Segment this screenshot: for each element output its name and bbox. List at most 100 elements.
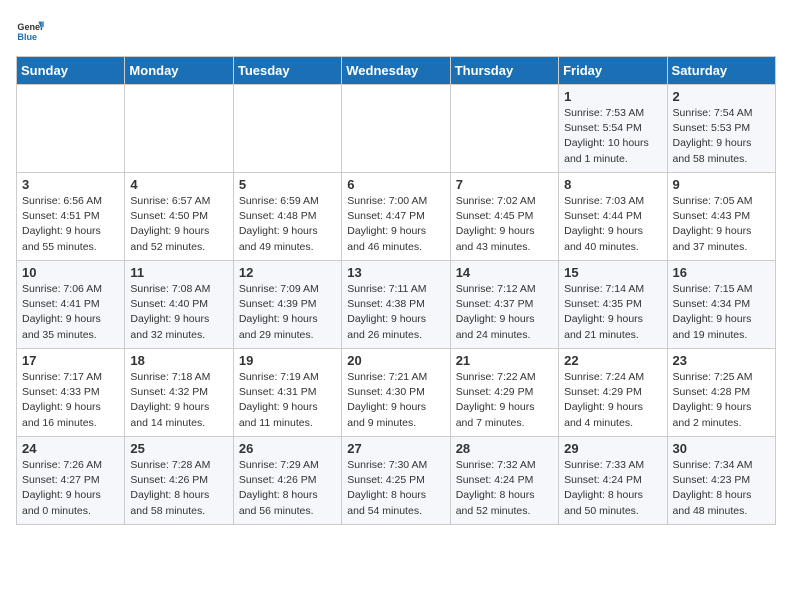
day-number: 4 [130, 177, 227, 192]
calendar-cell [17, 85, 125, 173]
calendar-cell: 11 Sunrise: 7:08 AM Sunset: 4:40 PM Dayli… [125, 261, 233, 349]
day-number: 6 [347, 177, 444, 192]
svg-text:Blue: Blue [17, 32, 37, 42]
calendar-cell: 14 Sunrise: 7:12 AM Sunset: 4:37 PM Dayli… [450, 261, 558, 349]
day-number: 13 [347, 265, 444, 280]
day-info: Sunrise: 7:29 AM Sunset: 4:26 PM Dayligh… [239, 458, 336, 519]
calendar-cell [342, 85, 450, 173]
calendar-cell: 29 Sunrise: 7:33 AM Sunset: 4:24 PM Dayli… [559, 437, 667, 525]
calendar-cell: 13 Sunrise: 7:11 AM Sunset: 4:38 PM Dayli… [342, 261, 450, 349]
calendar-cell: 16Sunrise: 7:15 AM Sunset: 4:34 PM Dayli… [667, 261, 775, 349]
calendar-cell: 28 Sunrise: 7:32 AM Sunset: 4:24 PM Dayli… [450, 437, 558, 525]
day-number: 10 [22, 265, 119, 280]
calendar-week-row: 10 Sunrise: 7:06 AM Sunset: 4:41 PM Dayli… [17, 261, 776, 349]
calendar-cell: 1 Sunrise: 7:53 AM Sunset: 5:54 PM Daylig… [559, 85, 667, 173]
day-info: Sunrise: 7:53 AM Sunset: 5:54 PM Dayligh… [564, 106, 661, 167]
day-info: Sunrise: 7:26 AM Sunset: 4:27 PM Dayligh… [22, 458, 119, 519]
calendar-cell: 23Sunrise: 7:25 AM Sunset: 4:28 PM Dayli… [667, 349, 775, 437]
day-info: Sunrise: 7:05 AM Sunset: 4:43 PM Dayligh… [673, 194, 770, 255]
calendar-cell: 2 Sunrise: 7:54 AM Sunset: 5:53 PM Daylig… [667, 85, 775, 173]
weekday-header-saturday: Saturday [667, 57, 775, 85]
calendar-cell: 19 Sunrise: 7:19 AM Sunset: 4:31 PM Dayli… [233, 349, 341, 437]
day-number: 20 [347, 353, 444, 368]
weekday-header-thursday: Thursday [450, 57, 558, 85]
calendar-cell: 21 Sunrise: 7:22 AM Sunset: 4:29 PM Dayli… [450, 349, 558, 437]
day-info: Sunrise: 7:21 AM Sunset: 4:30 PM Dayligh… [347, 370, 444, 431]
day-number: 11 [130, 265, 227, 280]
day-number: 15 [564, 265, 661, 280]
calendar-cell: 5 Sunrise: 6:59 AM Sunset: 4:48 PM Daylig… [233, 173, 341, 261]
day-info: Sunrise: 7:32 AM Sunset: 4:24 PM Dayligh… [456, 458, 553, 519]
calendar-cell: 25Sunrise: 7:28 AM Sunset: 4:26 PM Dayli… [125, 437, 233, 525]
day-info: Sunrise: 7:08 AM Sunset: 4:40 PM Dayligh… [130, 282, 227, 343]
day-info: Sunrise: 7:09 AM Sunset: 4:39 PM Dayligh… [239, 282, 336, 343]
calendar-cell: 26 Sunrise: 7:29 AM Sunset: 4:26 PM Dayli… [233, 437, 341, 525]
calendar-week-row: 17 Sunrise: 7:17 AM Sunset: 4:33 PM Dayli… [17, 349, 776, 437]
day-info: Sunrise: 7:12 AM Sunset: 4:37 PM Dayligh… [456, 282, 553, 343]
day-number: 5 [239, 177, 336, 192]
calendar-cell: 3Sunrise: 6:56 AM Sunset: 4:51 PM Daylig… [17, 173, 125, 261]
calendar-cell: 27Sunrise: 7:30 AM Sunset: 4:25 PM Dayli… [342, 437, 450, 525]
day-info: Sunrise: 7:00 AM Sunset: 4:47 PM Dayligh… [347, 194, 444, 255]
day-info: Sunrise: 7:18 AM Sunset: 4:32 PM Dayligh… [130, 370, 227, 431]
day-number: 28 [456, 441, 553, 456]
calendar-cell: 4 Sunrise: 6:57 AM Sunset: 4:50 PM Daylig… [125, 173, 233, 261]
day-number: 2 [673, 89, 770, 104]
calendar-cell: 30Sunrise: 7:34 AM Sunset: 4:23 PM Dayli… [667, 437, 775, 525]
day-info: Sunrise: 7:22 AM Sunset: 4:29 PM Dayligh… [456, 370, 553, 431]
weekday-header-row: SundayMondayTuesdayWednesdayThursdayFrid… [17, 57, 776, 85]
day-number: 9 [673, 177, 770, 192]
day-number: 17 [22, 353, 119, 368]
day-info: Sunrise: 7:24 AM Sunset: 4:29 PM Dayligh… [564, 370, 661, 431]
calendar-cell: 9 Sunrise: 7:05 AM Sunset: 4:43 PM Daylig… [667, 173, 775, 261]
logo-icon: General Blue [16, 16, 44, 44]
calendar-cell [233, 85, 341, 173]
day-info: Sunrise: 7:11 AM Sunset: 4:38 PM Dayligh… [347, 282, 444, 343]
day-number: 26 [239, 441, 336, 456]
calendar-table: SundayMondayTuesdayWednesdayThursdayFrid… [16, 56, 776, 525]
day-info: Sunrise: 7:15 AM Sunset: 4:34 PM Dayligh… [673, 282, 770, 343]
calendar-cell [450, 85, 558, 173]
day-number: 24 [22, 441, 119, 456]
weekday-header-monday: Monday [125, 57, 233, 85]
day-info: Sunrise: 7:19 AM Sunset: 4:31 PM Dayligh… [239, 370, 336, 431]
weekday-header-sunday: Sunday [17, 57, 125, 85]
header: General Blue [16, 16, 776, 44]
day-number: 14 [456, 265, 553, 280]
day-info: Sunrise: 7:02 AM Sunset: 4:45 PM Dayligh… [456, 194, 553, 255]
day-number: 19 [239, 353, 336, 368]
day-number: 29 [564, 441, 661, 456]
weekday-header-wednesday: Wednesday [342, 57, 450, 85]
calendar-cell: 6 Sunrise: 7:00 AM Sunset: 4:47 PM Daylig… [342, 173, 450, 261]
day-info: Sunrise: 7:34 AM Sunset: 4:23 PM Dayligh… [673, 458, 770, 519]
logo: General Blue [16, 16, 44, 44]
day-info: Sunrise: 7:54 AM Sunset: 5:53 PM Dayligh… [673, 106, 770, 167]
calendar-cell: 22 Sunrise: 7:24 AM Sunset: 4:29 PM Dayli… [559, 349, 667, 437]
calendar-cell: 12Sunrise: 7:09 AM Sunset: 4:39 PM Dayli… [233, 261, 341, 349]
calendar-cell: 7Sunrise: 7:02 AM Sunset: 4:45 PM Daylig… [450, 173, 558, 261]
calendar-cell [125, 85, 233, 173]
day-info: Sunrise: 6:57 AM Sunset: 4:50 PM Dayligh… [130, 194, 227, 255]
day-number: 18 [130, 353, 227, 368]
day-info: Sunrise: 6:59 AM Sunset: 4:48 PM Dayligh… [239, 194, 336, 255]
calendar-week-row: 3Sunrise: 6:56 AM Sunset: 4:51 PM Daylig… [17, 173, 776, 261]
day-info: Sunrise: 7:28 AM Sunset: 4:26 PM Dayligh… [130, 458, 227, 519]
day-info: Sunrise: 7:14 AM Sunset: 4:35 PM Dayligh… [564, 282, 661, 343]
calendar-cell: 18 Sunrise: 7:18 AM Sunset: 4:32 PM Dayli… [125, 349, 233, 437]
day-info: Sunrise: 7:30 AM Sunset: 4:25 PM Dayligh… [347, 458, 444, 519]
day-number: 22 [564, 353, 661, 368]
day-info: Sunrise: 7:06 AM Sunset: 4:41 PM Dayligh… [22, 282, 119, 343]
day-info: Sunrise: 6:56 AM Sunset: 4:51 PM Dayligh… [22, 194, 119, 255]
calendar-cell: 8Sunrise: 7:03 AM Sunset: 4:44 PM Daylig… [559, 173, 667, 261]
weekday-header-tuesday: Tuesday [233, 57, 341, 85]
day-info: Sunrise: 7:33 AM Sunset: 4:24 PM Dayligh… [564, 458, 661, 519]
calendar-cell: 10 Sunrise: 7:06 AM Sunset: 4:41 PM Dayli… [17, 261, 125, 349]
day-info: Sunrise: 7:17 AM Sunset: 4:33 PM Dayligh… [22, 370, 119, 431]
calendar-cell: 20 Sunrise: 7:21 AM Sunset: 4:30 PM Dayli… [342, 349, 450, 437]
calendar-week-row: 24 Sunrise: 7:26 AM Sunset: 4:27 PM Dayli… [17, 437, 776, 525]
day-number: 1 [564, 89, 661, 104]
calendar-week-row: 1 Sunrise: 7:53 AM Sunset: 5:54 PM Daylig… [17, 85, 776, 173]
day-number: 21 [456, 353, 553, 368]
day-info: Sunrise: 7:25 AM Sunset: 4:28 PM Dayligh… [673, 370, 770, 431]
day-number: 8 [564, 177, 661, 192]
